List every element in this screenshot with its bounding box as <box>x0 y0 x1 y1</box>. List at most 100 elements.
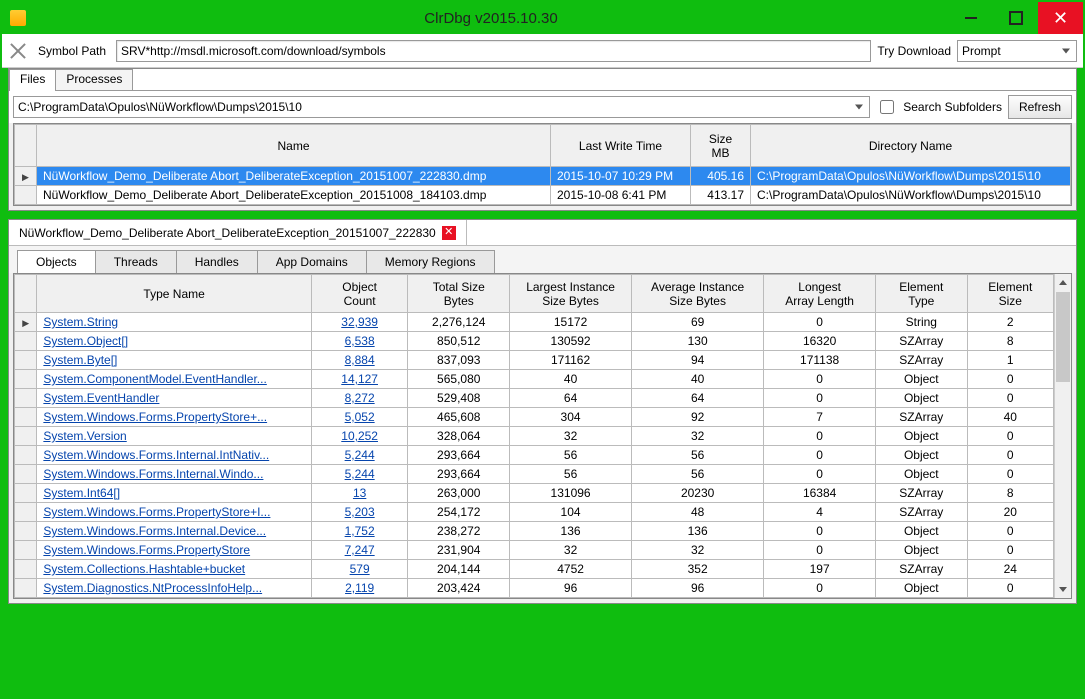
total-size-cell: 2,276,124 <box>408 313 510 332</box>
etype-cell: SZArray <box>876 484 967 503</box>
longest-cell: 0 <box>764 522 876 541</box>
cancel-icon[interactable] <box>8 41 28 61</box>
try-download-select[interactable]: Prompt <box>957 40 1077 62</box>
path-combobox[interactable]: C:\ProgramData\Opulos\NüWorkflow\Dumps\2… <box>13 96 870 118</box>
table-row[interactable]: System.Version 10,252 328,064 32 32 0 Ob… <box>15 427 1054 446</box>
type-name-cell[interactable]: System.ComponentModel.EventHandler... <box>37 370 311 389</box>
col-object-count[interactable]: Object Count <box>311 275 408 313</box>
table-row[interactable]: System.Windows.Forms.Internal.IntNativ..… <box>15 446 1054 465</box>
scroll-thumb[interactable] <box>1056 292 1070 382</box>
table-row[interactable]: System.Windows.Forms.PropertyStore+I... … <box>15 503 1054 522</box>
table-row[interactable]: System.EventHandler 8,272 529,408 64 64 … <box>15 389 1054 408</box>
type-name-cell[interactable]: System.Object[] <box>37 332 311 351</box>
object-count-cell[interactable]: 10,252 <box>311 427 408 446</box>
table-row[interactable]: System.Int64[] 13 263,000 131096 20230 1… <box>15 484 1054 503</box>
object-count-cell[interactable]: 2,119 <box>311 579 408 598</box>
col-dir[interactable]: Directory Name <box>751 125 1071 167</box>
close-button[interactable]: ✕ <box>1038 2 1083 34</box>
table-row[interactable]: System.Windows.Forms.Internal.Device... … <box>15 522 1054 541</box>
symbol-path-input[interactable] <box>116 40 871 62</box>
col-element-type[interactable]: Element Type <box>876 275 967 313</box>
type-name-cell[interactable]: System.Windows.Forms.Internal.IntNativ..… <box>37 446 311 465</box>
object-count-cell[interactable]: 32,939 <box>311 313 408 332</box>
avg-cell: 136 <box>632 522 764 541</box>
type-name-cell[interactable]: System.Windows.Forms.Internal.Device... <box>37 522 311 541</box>
files-grid[interactable]: Name Last Write Time Size MB Directory N… <box>13 123 1072 206</box>
minimize-button[interactable] <box>948 2 993 34</box>
refresh-button[interactable]: Refresh <box>1008 95 1072 119</box>
esize-cell: 0 <box>967 370 1053 389</box>
col-lwt[interactable]: Last Write Time <box>551 125 691 167</box>
object-count-cell[interactable]: 5,052 <box>311 408 408 427</box>
tab-memory-regions[interactable]: Memory Regions <box>366 250 495 273</box>
object-count-cell[interactable]: 6,538 <box>311 332 408 351</box>
type-name-cell[interactable]: System.Byte[] <box>37 351 311 370</box>
objects-grid[interactable]: Type Name Object Count Total Size Bytes … <box>14 274 1054 598</box>
object-count-cell[interactable]: 7,247 <box>311 541 408 560</box>
object-count-cell[interactable]: 5,244 <box>311 465 408 484</box>
avg-cell: 92 <box>632 408 764 427</box>
type-name-cell[interactable]: System.Diagnostics.NtProcessInfoHelp... <box>37 579 311 598</box>
table-row[interactable]: System.Diagnostics.NtProcessInfoHelp... … <box>15 579 1054 598</box>
titlebar[interactable]: ClrDbg v2015.10.30 ✕ <box>2 2 1083 34</box>
type-name-cell[interactable]: System.Windows.Forms.PropertyStore+I... <box>37 503 311 522</box>
table-row[interactable]: System.Object[] 6,538 850,512 130592 130… <box>15 332 1054 351</box>
object-count-cell[interactable]: 8,884 <box>311 351 408 370</box>
table-row[interactable]: System.Windows.Forms.Internal.Windo... 5… <box>15 465 1054 484</box>
symbol-path-label: Symbol Path <box>38 44 106 58</box>
largest-cell: 32 <box>510 541 632 560</box>
type-name-cell[interactable]: System.Windows.Forms.PropertyStore <box>37 541 311 560</box>
table-row[interactable]: NüWorkflow_Demo_Deliberate Abort_Deliber… <box>15 167 1071 186</box>
type-name-cell[interactable]: System.Windows.Forms.Internal.Windo... <box>37 465 311 484</box>
object-count-cell[interactable]: 5,203 <box>311 503 408 522</box>
col-size[interactable]: Size MB <box>691 125 751 167</box>
type-name-cell[interactable]: System.EventHandler <box>37 389 311 408</box>
object-count-cell[interactable]: 14,127 <box>311 370 408 389</box>
col-element-size[interactable]: Element Size <box>967 275 1053 313</box>
object-count-cell[interactable]: 8,272 <box>311 389 408 408</box>
object-count-cell[interactable]: 1,752 <box>311 522 408 541</box>
col-largest-instance[interactable]: Largest Instance Size Bytes <box>510 275 632 313</box>
table-row[interactable]: System.Collections.Hashtable+bucket 579 … <box>15 560 1054 579</box>
largest-cell: 131096 <box>510 484 632 503</box>
longest-cell: 0 <box>764 541 876 560</box>
type-name-cell[interactable]: System.Version <box>37 427 311 446</box>
tab-threads[interactable]: Threads <box>95 250 177 273</box>
col-avg-instance[interactable]: Average Instance Size Bytes <box>632 275 764 313</box>
scroll-up-icon[interactable] <box>1055 274 1071 291</box>
table-row[interactable]: System.Windows.Forms.PropertyStore+... 5… <box>15 408 1054 427</box>
total-size-cell: 293,664 <box>408 446 510 465</box>
col-name[interactable]: Name <box>37 125 551 167</box>
table-row[interactable]: System.Windows.Forms.PropertyStore 7,247… <box>15 541 1054 560</box>
tab-handles[interactable]: Handles <box>176 250 258 273</box>
table-row[interactable]: System.Byte[] 8,884 837,093 171162 94 17… <box>15 351 1054 370</box>
tab-files[interactable]: Files <box>9 69 56 91</box>
type-name-cell[interactable]: System.Collections.Hashtable+bucket <box>37 560 311 579</box>
table-row[interactable]: NüWorkflow_Demo_Deliberate Abort_Deliber… <box>15 186 1071 205</box>
vertical-scrollbar[interactable] <box>1054 274 1071 598</box>
document-close-icon[interactable]: ✕ <box>442 226 456 240</box>
type-name-cell[interactable]: System.String <box>37 313 311 332</box>
object-count-cell[interactable]: 579 <box>311 560 408 579</box>
file-tabs: Files Processes <box>9 69 1076 91</box>
tab-app-domains[interactable]: App Domains <box>257 250 367 273</box>
search-subfolders-checkbox[interactable] <box>880 100 894 114</box>
object-count-cell[interactable]: 5,244 <box>311 446 408 465</box>
file-size-cell: 413.17 <box>691 186 751 205</box>
col-type-name[interactable]: Type Name <box>37 275 311 313</box>
document-tab[interactable]: NüWorkflow_Demo_Deliberate Abort_Deliber… <box>9 220 467 245</box>
col-total-size[interactable]: Total Size Bytes <box>408 275 510 313</box>
col-longest-array[interactable]: Longest Array Length <box>764 275 876 313</box>
etype-cell: SZArray <box>876 351 967 370</box>
tab-objects[interactable]: Objects <box>17 250 96 273</box>
type-name-cell[interactable]: System.Int64[] <box>37 484 311 503</box>
total-size-cell: 231,904 <box>408 541 510 560</box>
table-row[interactable]: System.String 32,939 2,276,124 15172 69 … <box>15 313 1054 332</box>
table-row[interactable]: System.ComponentModel.EventHandler... 14… <box>15 370 1054 389</box>
scroll-down-icon[interactable] <box>1055 581 1071 598</box>
maximize-button[interactable] <box>993 2 1038 34</box>
type-name-cell[interactable]: System.Windows.Forms.PropertyStore+... <box>37 408 311 427</box>
total-size-cell: 328,064 <box>408 427 510 446</box>
object-count-cell[interactable]: 13 <box>311 484 408 503</box>
tab-processes[interactable]: Processes <box>55 69 133 91</box>
